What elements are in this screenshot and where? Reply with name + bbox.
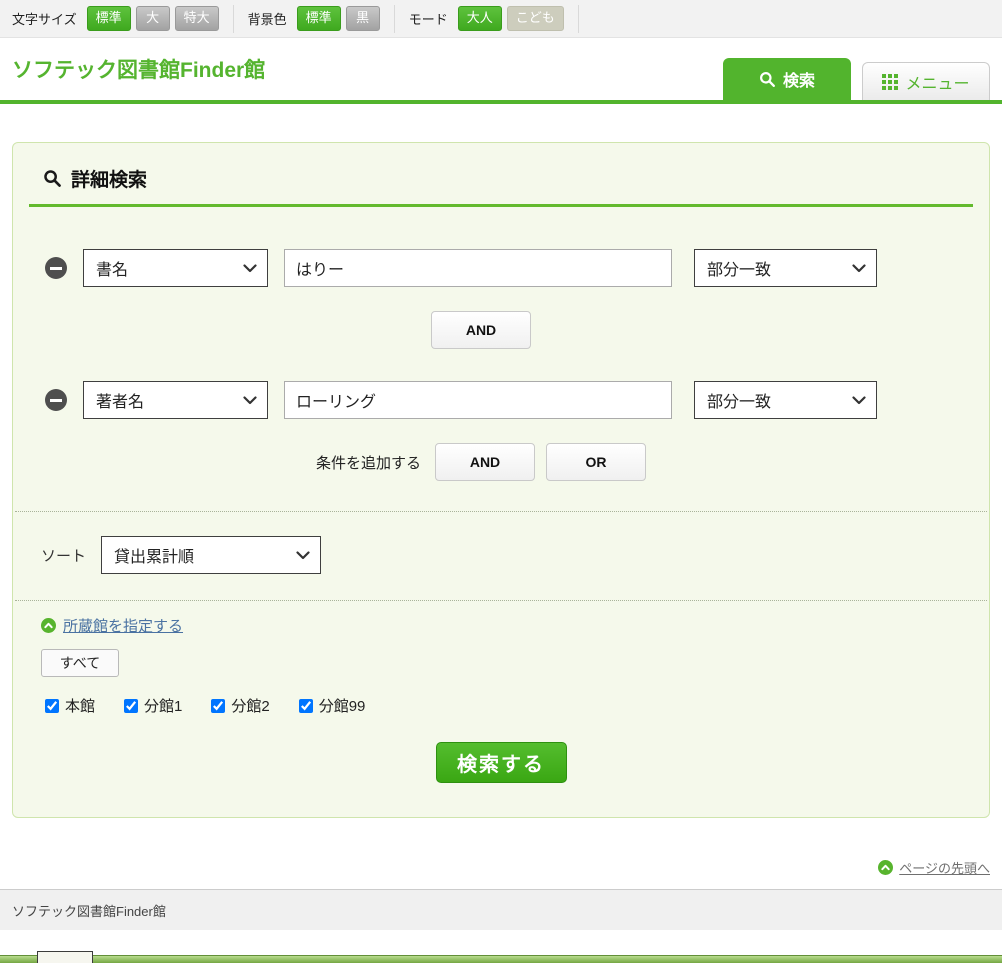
toolbar-divider (394, 5, 395, 33)
sort-row: ソート 貸出累計順 (41, 536, 973, 574)
bottom-edge-strip (0, 955, 1002, 963)
panel-title: 詳細検索 (71, 165, 147, 192)
search-icon (43, 169, 62, 188)
library-label: 分館99 (319, 695, 366, 716)
field-select-value: 書名 (96, 256, 128, 280)
keyword-input[interactable] (284, 381, 672, 419)
holdings-toggle-link[interactable]: 所蔵館を指定する (63, 615, 183, 636)
match-type-select[interactable]: 部分一致 (694, 249, 877, 287)
page-top-row: ページの先頭へ (12, 858, 990, 877)
library-checkbox-bunkan2[interactable]: 分館2 (211, 695, 269, 716)
site-header: ソフテック図書館Finder館 検索 メニュー (0, 38, 1002, 100)
circle-up-icon (878, 860, 893, 875)
library-label: 分館1 (144, 695, 182, 716)
add-and-button[interactable]: AND (435, 443, 535, 481)
font-size-xlarge-button[interactable]: 特大 (175, 6, 219, 30)
circle-up-icon (41, 618, 56, 633)
checkbox[interactable] (299, 699, 313, 713)
field-select-value: 著者名 (96, 388, 144, 412)
checkbox[interactable] (124, 699, 138, 713)
background-black-button[interactable]: 黒 (346, 6, 380, 30)
mode-adult-button[interactable]: 大人 (458, 6, 502, 30)
match-type-value: 部分一致 (707, 256, 771, 280)
section-divider (15, 511, 987, 512)
library-checkbox-row: 本館 分館1 分館2 分館99 (45, 695, 973, 716)
accessibility-toolbar: 文字サイズ 標準 大 特大 背景色 標準 黒 モード 大人 こども (0, 0, 1002, 38)
holdings-toggle-row: 所蔵館を指定する (41, 615, 973, 636)
add-condition-row: 条件を追加する AND OR (29, 443, 973, 481)
checkbox[interactable] (211, 699, 225, 713)
footer-site-name: ソフテック図書館Finder館 (12, 901, 166, 920)
tab-menu-label: メニュー (905, 70, 969, 94)
checkbox[interactable] (45, 699, 59, 713)
select-all-libraries-button[interactable]: すべて (41, 649, 119, 677)
field-select[interactable]: 書名 (83, 249, 268, 287)
library-label: 本館 (65, 695, 95, 716)
condition-row: 著者名 部分一致 (45, 381, 973, 419)
chevron-down-icon (243, 264, 257, 273)
mode-group: モード 大人 こども (409, 6, 564, 30)
library-checkbox-bunkan1[interactable]: 分館1 (124, 695, 182, 716)
match-type-value: 部分一致 (707, 388, 771, 412)
remove-condition-button[interactable] (45, 257, 67, 279)
search-submit-button[interactable]: 検索する (436, 742, 567, 783)
mode-label: モード (409, 9, 448, 28)
footer: ソフテック図書館Finder館 (0, 889, 1002, 930)
operator-and-button[interactable]: AND (431, 311, 531, 349)
tab-search[interactable]: 検索 (723, 58, 851, 100)
field-select[interactable]: 著者名 (83, 381, 268, 419)
sort-label: ソート (41, 545, 86, 566)
font-size-standard-button[interactable]: 標準 (87, 6, 131, 30)
sort-select-value: 貸出累計順 (114, 543, 194, 567)
tab-menu[interactable]: メニュー (862, 62, 990, 100)
site-title: ソフテック図書館Finder館 (12, 54, 265, 84)
mode-kids-button[interactable]: こども (507, 6, 564, 30)
background-color-group: 背景色 標準 黒 (248, 6, 380, 30)
minus-icon (50, 267, 62, 270)
operator-row: AND (29, 311, 973, 349)
chevron-down-icon (852, 264, 866, 273)
font-size-label: 文字サイズ (12, 9, 77, 28)
match-type-select[interactable]: 部分一致 (694, 381, 877, 419)
panel-title-row: 詳細検索 (29, 159, 973, 192)
add-or-button[interactable]: OR (546, 443, 646, 481)
background-standard-button[interactable]: 標準 (297, 6, 341, 30)
search-icon (759, 71, 776, 88)
chevron-down-icon (852, 396, 866, 405)
header-accent-line (0, 100, 1002, 104)
chevron-down-icon (296, 551, 310, 560)
font-size-large-button[interactable]: 大 (136, 6, 170, 30)
toolbar-divider (233, 5, 234, 33)
chevron-down-icon (243, 396, 257, 405)
background-color-label: 背景色 (248, 9, 287, 28)
section-divider (15, 600, 987, 601)
minus-icon (50, 399, 62, 402)
bottom-edge-box (37, 951, 93, 963)
library-checkbox-bunkan99[interactable]: 分館99 (299, 695, 366, 716)
font-size-group: 文字サイズ 標準 大 特大 (12, 6, 219, 30)
remove-condition-button[interactable] (45, 389, 67, 411)
keyword-input[interactable] (284, 249, 672, 287)
panel-title-underline (29, 204, 973, 207)
tab-search-label: 検索 (783, 67, 815, 91)
library-label: 分館2 (231, 695, 269, 716)
menu-grid-icon (882, 74, 898, 90)
library-checkbox-honkan[interactable]: 本館 (45, 695, 95, 716)
header-tabs: 検索 メニュー (723, 58, 990, 100)
sort-select[interactable]: 貸出累計順 (101, 536, 321, 574)
add-condition-label: 条件を追加する (316, 452, 421, 473)
toolbar-divider (578, 5, 579, 33)
advanced-search-panel: 詳細検索 書名 部分一致 AND 著者名 (12, 142, 990, 818)
condition-row: 書名 部分一致 (45, 249, 973, 287)
page-top-link[interactable]: ページの先頭へ (899, 858, 990, 877)
